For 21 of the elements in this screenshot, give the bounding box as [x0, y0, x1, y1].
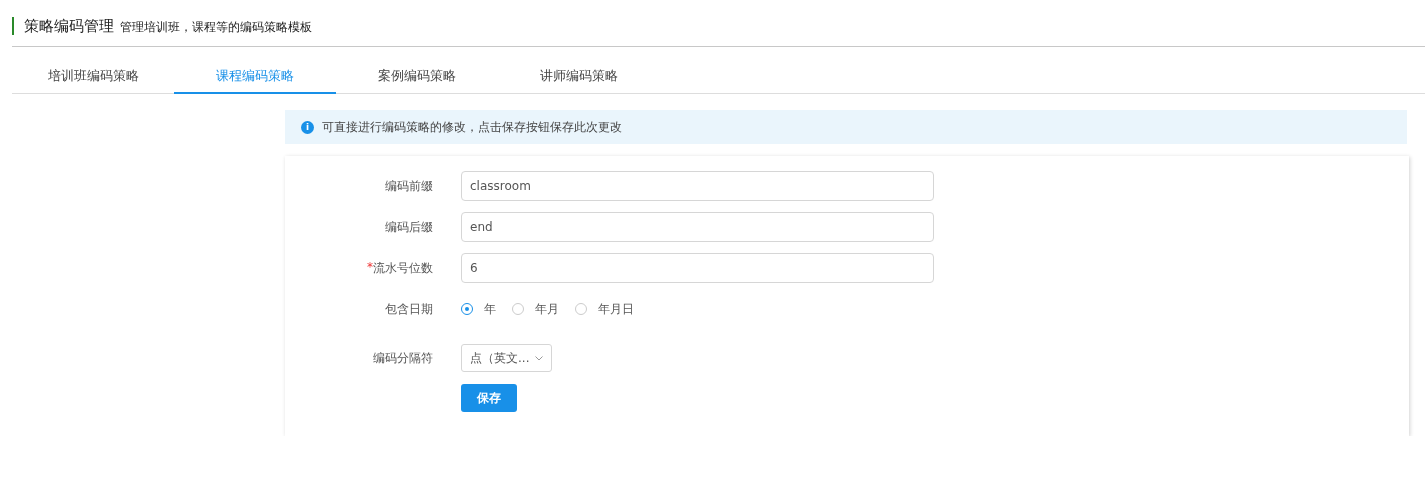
input-field[interactable]: classroom: [461, 171, 934, 201]
radio-option[interactable]: 年月: [512, 300, 559, 318]
input-field[interactable]: 6: [461, 253, 934, 283]
radio-option[interactable]: 年: [461, 300, 496, 318]
tab[interactable]: 培训班编码策略: [12, 61, 174, 94]
field-label: 包含日期: [384, 300, 433, 318]
tab[interactable]: 案例编码策略: [336, 61, 498, 94]
chevron-down-icon: [535, 355, 544, 361]
radio-option[interactable]: 年月日: [575, 300, 634, 318]
input-field[interactable]: end: [461, 212, 934, 242]
field-label: 编码分隔符: [372, 349, 433, 367]
field-label: 编码前缀: [384, 177, 433, 195]
tab[interactable]: 课程编码策略: [174, 61, 336, 94]
page-title: 策略编码管理: [24, 17, 114, 35]
page-subtitle: 管理培训班，课程等的编码策略模板: [120, 19, 312, 36]
info-icon: i: [301, 120, 314, 134]
tab[interactable]: 讲师编码策略: [498, 61, 660, 94]
notice-text: 可直接进行编码策略的修改，点击保存按钮保存此次更改: [322, 118, 622, 136]
field-label: *流水号位数: [366, 259, 433, 277]
field-label: 编码后缀: [384, 218, 433, 236]
select-field[interactable]: 点（英文...: [461, 344, 553, 372]
